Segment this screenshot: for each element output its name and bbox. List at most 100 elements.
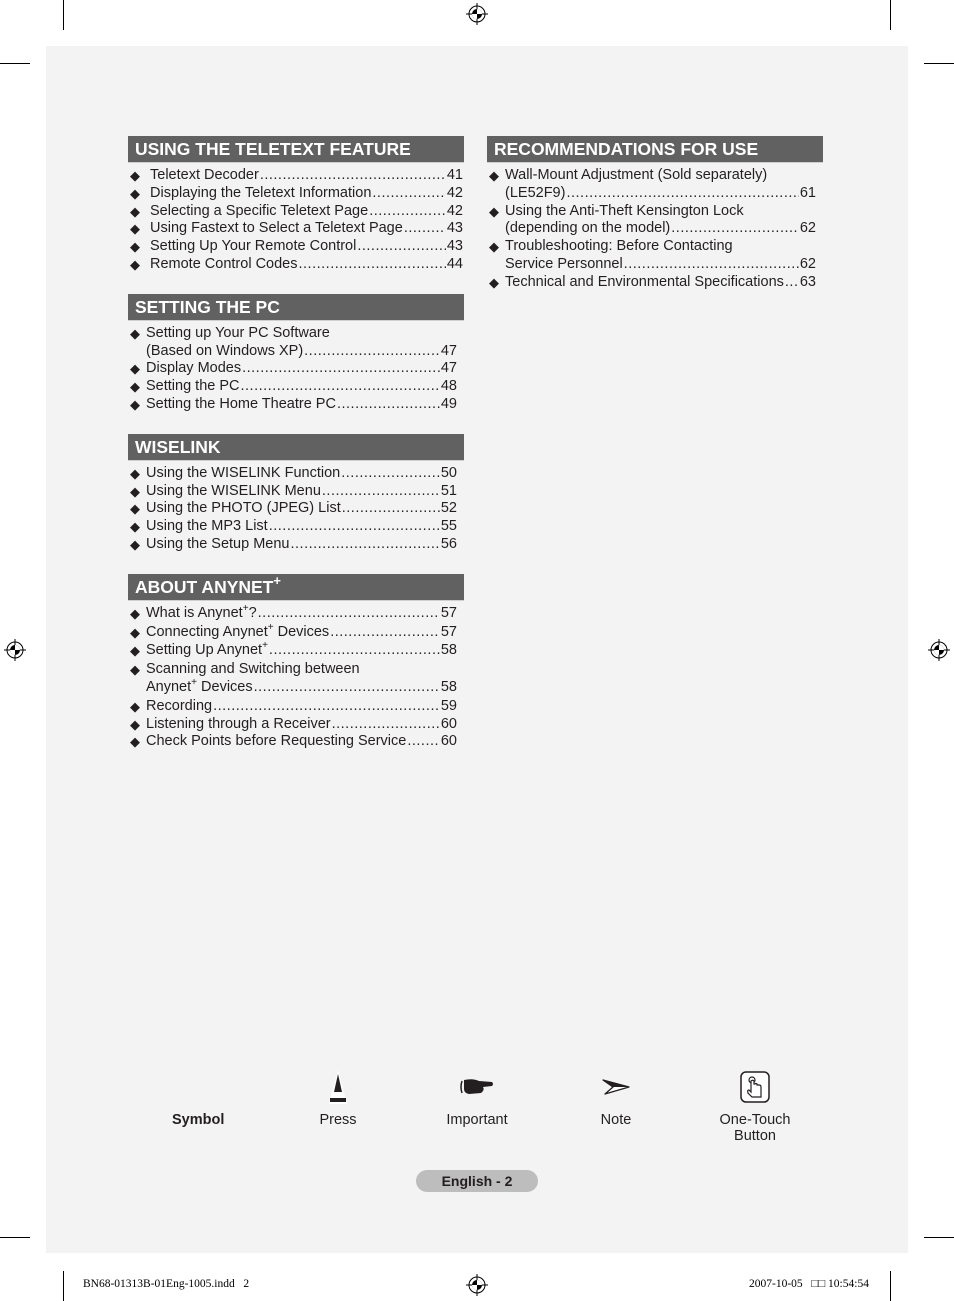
leader-dots	[242, 360, 440, 378]
toc-entry[interactable]: ◆ Wall-Mount Adjustment (Sold separately)…	[487, 167, 823, 203]
toc-entry[interactable]: ◆Remote Control Codes44	[128, 256, 464, 274]
toc-entry[interactable]: ◆Connecting Anynet+ Devices57	[128, 622, 464, 643]
toc-entry[interactable]: ◆Using the WISELINK Menu51	[128, 483, 464, 501]
toc-entry[interactable]: ◆ Setting up Your PC Software (Based on Wi…	[128, 325, 464, 361]
leader-dots	[258, 605, 440, 623]
page-number: 42	[446, 202, 463, 219]
leader-dots	[290, 536, 439, 554]
pointing-hand-icon	[460, 1079, 493, 1094]
leader-dots	[269, 518, 440, 536]
diamond-bullet-icon: ◆	[130, 168, 140, 183]
toc-entry[interactable]: ◆Using the Setup Menu56	[128, 536, 464, 554]
leader-dots	[322, 483, 440, 501]
diamond-bullet-icon: ◆	[130, 239, 140, 255]
leader-dots	[404, 220, 446, 238]
diamond-bullet-icon: ◆	[130, 716, 140, 732]
page-number: 61	[799, 184, 816, 201]
diamond-bullet-icon: ◆	[130, 519, 140, 535]
toc-entry[interactable]: ◆Setting the PC48	[128, 378, 464, 396]
page-number: 44	[446, 255, 463, 272]
diamond-bullet-icon: ◆	[130, 662, 140, 678]
page-number: 48	[440, 378, 457, 395]
one-touch-button-icon	[740, 1071, 770, 1103]
diamond-bullet-icon: ◆	[130, 325, 140, 341]
toc-entry[interactable]: ◆Listening through a Receiver60	[128, 716, 464, 734]
page-number: 62	[799, 255, 816, 272]
crop-mark	[924, 63, 954, 64]
toc-entry[interactable]: ◆Using the MP3 List55	[128, 518, 464, 536]
symbol-press: Press	[298, 1068, 378, 1128]
diamond-bullet-icon: ◆	[130, 698, 140, 714]
crop-mark	[63, 0, 64, 30]
toc-entry[interactable]: ◆Setting Up Anynet+58	[128, 640, 464, 661]
diamond-bullet-icon: ◆	[130, 256, 140, 272]
crop-mark	[0, 1237, 30, 1238]
print-slug-file: BN68-01313B-01Eng-1005.indd 2	[83, 1278, 250, 1290]
page-number: 60	[440, 733, 457, 750]
crop-mark	[890, 1271, 891, 1301]
toc-section-anynet: ABOUT ANYNET+ ◆What is Anynet+?57 ◆Conne…	[128, 573, 464, 751]
toc-section-teletext: USING THE TELETEXT FEATURE ◆ Teletext Dec…	[128, 136, 464, 274]
toc-entry[interactable]: ◆Display Modes47	[128, 360, 464, 378]
leader-dots	[671, 220, 799, 238]
leader-dots	[342, 500, 440, 518]
leader-dots	[269, 642, 440, 660]
page-number: 57	[440, 623, 457, 640]
diamond-bullet-icon: ◆	[489, 203, 499, 219]
toc-entry[interactable]: ◆Teletext Decoder41	[128, 167, 464, 185]
page-number: 58	[440, 642, 457, 659]
diamond-bullet-icon: ◆	[130, 501, 140, 517]
toc-left-column: USING THE TELETEXT FEATURE ◆ Teletext Dec…	[128, 136, 464, 771]
press-icon	[329, 1070, 347, 1104]
toc-entry[interactable]: ◆Displaying the Teletext Information42	[128, 185, 464, 203]
diamond-bullet-icon: ◆	[130, 483, 140, 499]
diamond-bullet-icon: ◆	[130, 185, 140, 201]
symbol-legend-title: Symbol	[172, 1112, 225, 1128]
page-number: 52	[440, 500, 457, 517]
toc-entry[interactable]: ◆ Troubleshooting: Before Contacting Servi…	[487, 238, 823, 274]
diamond-bullet-icon: ◆	[130, 624, 140, 640]
symbol-note: Note	[576, 1068, 656, 1128]
registration-mark-icon	[4, 639, 26, 661]
page-number: 60	[440, 715, 457, 732]
crop-mark	[0, 63, 30, 64]
registration-mark-icon	[466, 3, 488, 25]
crop-mark	[890, 0, 891, 30]
page-number: 47	[440, 342, 457, 359]
toc-entry[interactable]: ◆ Using Fastext to Select a Teletext Page…	[128, 220, 464, 238]
leader-dots	[624, 256, 799, 274]
page-number: 43	[446, 220, 463, 237]
toc-entry[interactable]: ◆ Technical and Environmental Specificati…	[487, 274, 823, 292]
leader-dots	[332, 716, 440, 734]
toc-right-column: RECOMMENDATIONS FOR USE ◆ Wall-Mount Adju…	[487, 136, 823, 312]
toc-entry[interactable]: ◆Using the PHOTO (JPEG) List52	[128, 500, 464, 518]
diamond-bullet-icon: ◆	[130, 643, 140, 659]
diamond-bullet-icon: ◆	[130, 203, 140, 219]
toc-entry[interactable]: ◆Setting Up Your Remote Control43	[128, 238, 464, 256]
toc-entry[interactable]: ◆ Scanning and Switching between Anynet+ D…	[128, 661, 464, 698]
diamond-bullet-icon: ◆	[489, 274, 499, 290]
leader-dots	[341, 465, 440, 483]
diamond-bullet-icon: ◆	[130, 361, 140, 377]
page-number-badge: English - 2	[416, 1170, 538, 1192]
section-title: USING THE TELETEXT FEATURE	[128, 136, 464, 163]
toc-entry[interactable]: ◆Setting the Home Theatre PC49	[128, 396, 464, 414]
toc-section-recommendations: RECOMMENDATIONS FOR USE ◆ Wall-Mount Adju…	[487, 136, 823, 292]
toc-entry[interactable]: ◆What is Anynet+?57	[128, 603, 464, 624]
toc-entry[interactable]: ◆ Using the Anti-Theft Kensington Lock (de…	[487, 203, 823, 239]
leader-dots	[337, 396, 440, 414]
leader-dots	[299, 256, 446, 274]
symbol-one-touch-button: One-Touch Button	[710, 1068, 800, 1144]
toc-entry[interactable]: ◆Using the WISELINK Function50	[128, 465, 464, 483]
diamond-bullet-icon: ◆	[130, 536, 140, 552]
toc-entry[interactable]: ◆Selecting a Specific Teletext Page42	[128, 203, 464, 221]
toc-entry[interactable]: ◆Recording59	[128, 698, 464, 716]
toc-entry[interactable]: ◆Check Points before Requesting Service6…	[128, 733, 464, 751]
leader-dots	[566, 185, 798, 203]
section-title: SETTING THE PC	[128, 293, 464, 321]
leader-dots	[369, 203, 446, 221]
page-number: 55	[440, 518, 457, 535]
symbol-legend: Symbol Press Important Note One-Touch Bu…	[128, 1068, 818, 1148]
section-title: WISELINK	[128, 433, 464, 461]
section-title: RECOMMENDATIONS FOR USE	[487, 136, 823, 163]
